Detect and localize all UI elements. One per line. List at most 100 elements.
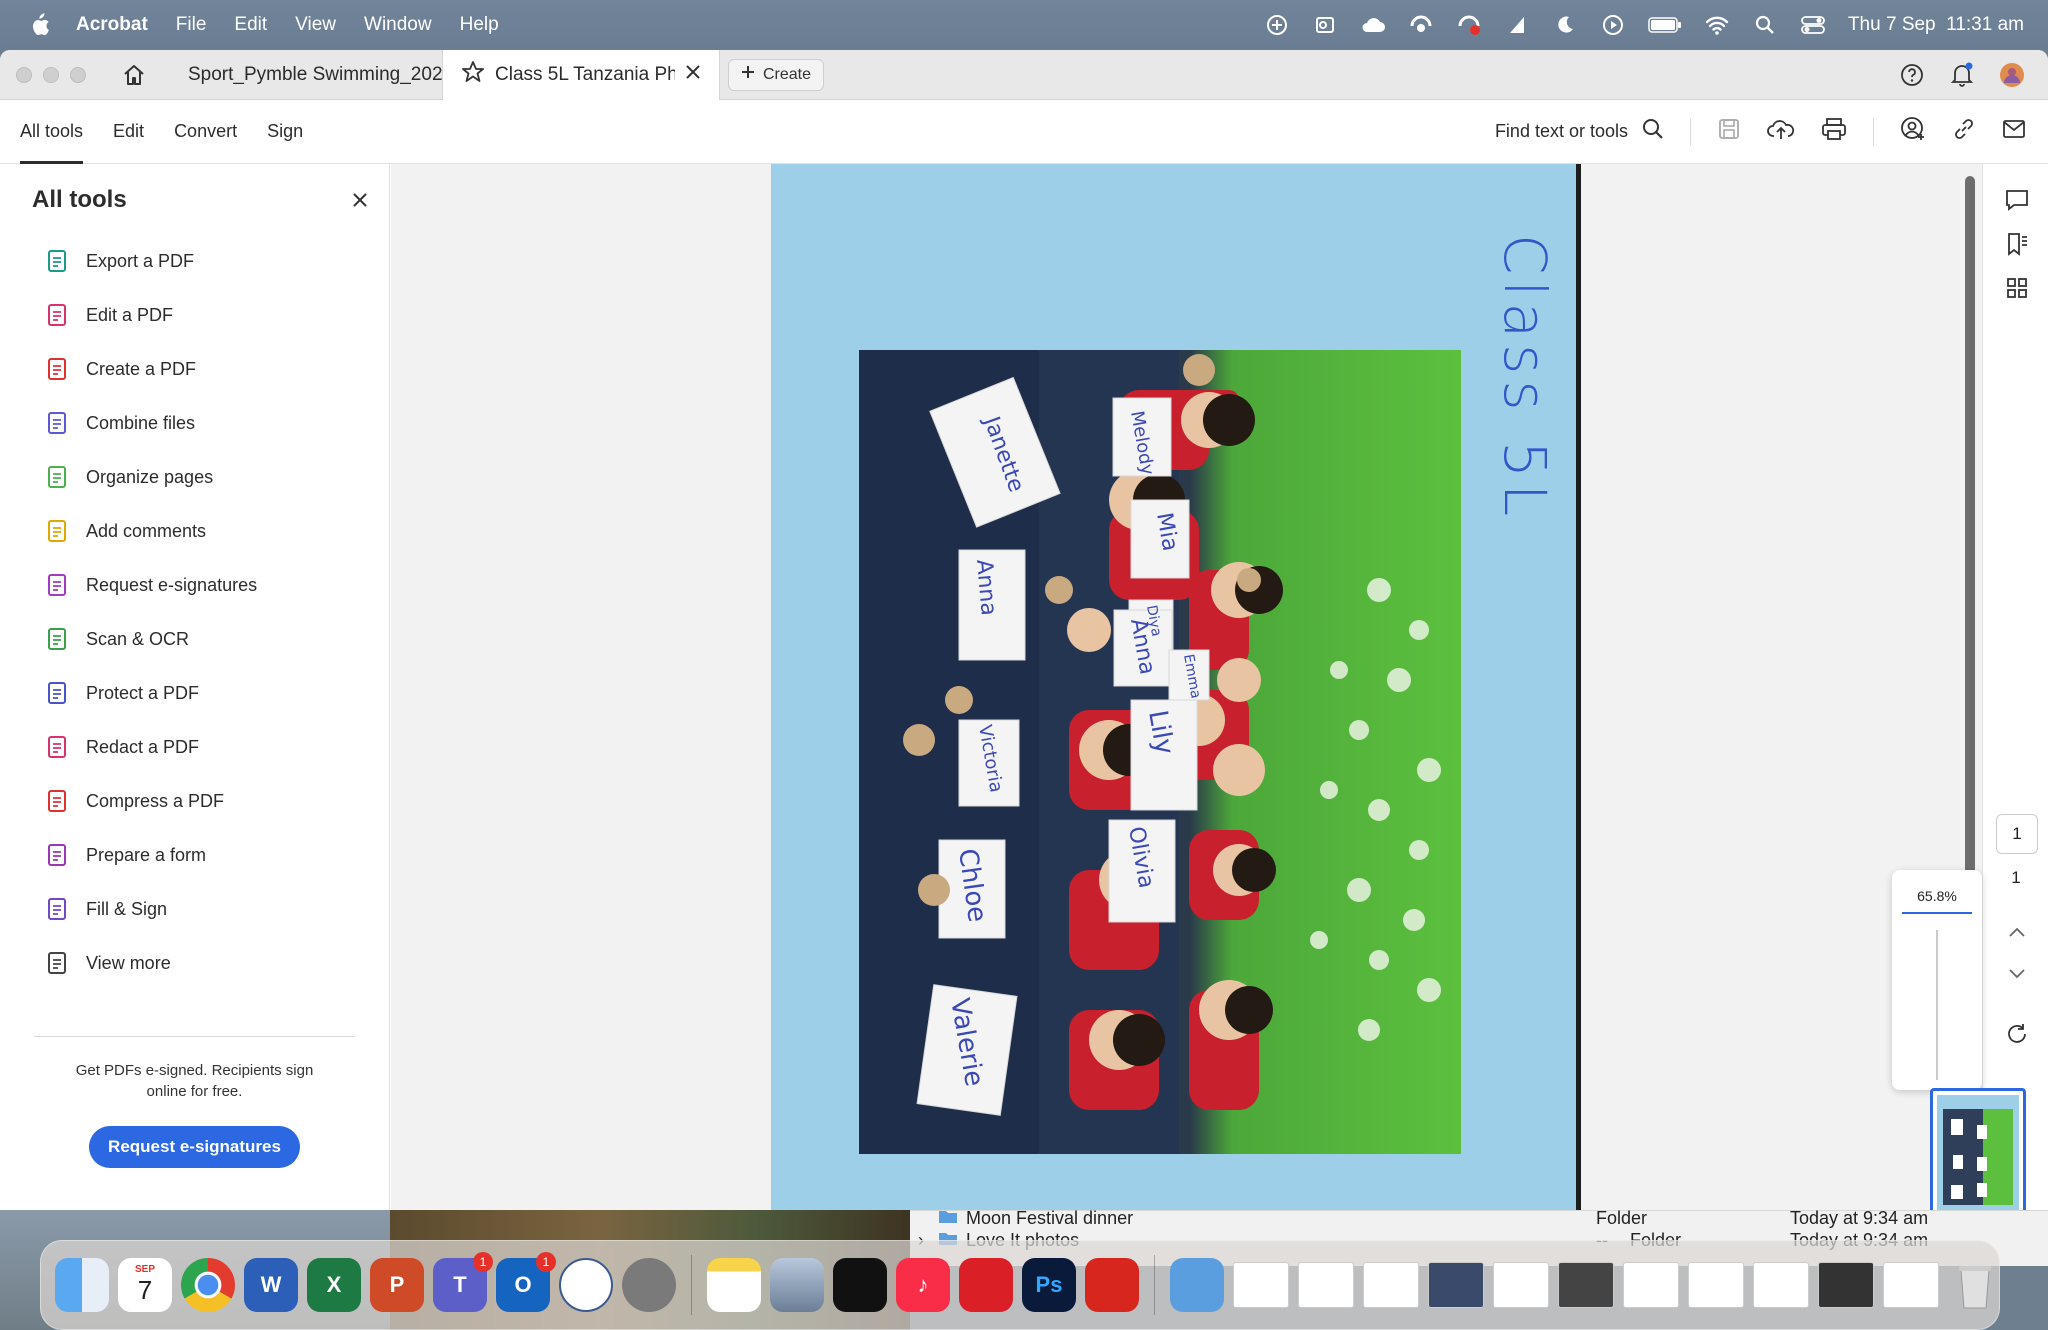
outlook-status-icon[interactable] [1312,12,1338,38]
find-tools-button[interactable]: Find text or tools [1495,118,1664,145]
calendar-app-icon[interactable]: SEP 7 [118,1258,172,1312]
trash-icon[interactable] [1948,1258,2002,1312]
minimized-window[interactable] [1558,1262,1614,1308]
excel-app-icon[interactable]: X [307,1258,361,1312]
notes-app-icon[interactable] [707,1258,761,1312]
minimized-window[interactable] [1753,1262,1809,1308]
chrome-app-icon[interactable] [181,1258,235,1312]
moon-icon[interactable] [1552,12,1578,38]
tool-redact-a-pdf[interactable]: Redact a PDF [0,720,389,774]
spotlight-search-icon[interactable] [1752,12,1778,38]
minimized-window[interactable] [1818,1262,1874,1308]
minimized-window[interactable] [1298,1262,1354,1308]
sync-status-icon[interactable] [1456,12,1482,38]
create-button[interactable]: Create [728,58,825,91]
minimized-window[interactable] [1623,1262,1679,1308]
finder-app-icon[interactable] [55,1258,109,1312]
thumbnails-grid-icon[interactable] [2003,274,2031,302]
photoshop-app-icon[interactable]: Ps [1022,1258,1076,1312]
downloads-folder-icon[interactable] [1170,1258,1224,1312]
tool-create-a-pdf[interactable]: Create a PDF [0,342,389,396]
toolbar-tab-all-tools[interactable]: All tools [20,100,84,164]
close-icon[interactable] [353,187,367,213]
close-tab-icon[interactable] [685,64,701,86]
chevron-up-icon[interactable] [2003,918,2031,946]
help-icon[interactable] [1898,61,1926,89]
creative-cloud-app-icon[interactable] [959,1258,1013,1312]
creative-cloud-icon[interactable] [1408,12,1434,38]
menu-app-name[interactable]: Acrobat [76,14,148,36]
tool-fill-sign[interactable]: Fill & Sign [0,882,389,936]
minimized-window[interactable] [1363,1262,1419,1308]
notifications-bell-icon[interactable] [1948,61,1976,89]
toolbar-tab-edit[interactable]: Edit [113,100,144,164]
link-icon[interactable] [1952,117,1976,146]
tool-export-a-pdf[interactable]: Export a PDF [0,234,389,288]
document-viewer[interactable]: Class 5L Janette Melody Mia Anna Diya An… [391,164,1982,1210]
system-settings-icon[interactable] [622,1258,676,1312]
close-window-button[interactable] [16,66,32,83]
toolbar-tab-convert[interactable]: Convert [174,100,237,164]
music-app-icon[interactable]: ♪ [896,1258,950,1312]
outlook-app-icon[interactable]: O1 [496,1252,556,1312]
page-thumbnail[interactable] [1930,1088,2026,1222]
status-app-icon[interactable] [1264,12,1290,38]
school-app-icon[interactable] [559,1258,613,1312]
minimize-window-button[interactable] [43,66,59,83]
tool-view-more[interactable]: View more [0,936,389,990]
control-center-icon[interactable] [1800,12,1826,38]
acrobat-app-icon[interactable] [1085,1258,1139,1312]
zoom-level[interactable]: 65.8% [1902,888,1972,914]
menubar-clock[interactable]: Thu 7 Sep 11:31 am [1848,14,2024,36]
menu-window[interactable]: Window [364,14,432,36]
star-icon[interactable] [461,60,485,90]
utility-icon[interactable] [1504,12,1530,38]
cloud-icon[interactable] [1360,12,1386,38]
bookmark-icon[interactable] [2003,230,2031,258]
wifi-icon[interactable] [1704,12,1730,38]
tool-prepare-a-form[interactable]: Prepare a form [0,828,389,882]
activity-monitor-icon[interactable] [833,1258,887,1312]
menu-help[interactable]: Help [460,14,499,36]
refresh-icon[interactable] [2003,1020,2031,1048]
tool-add-comments[interactable]: Add comments [0,504,389,558]
play-icon[interactable] [1600,12,1626,38]
preview-app-icon[interactable] [770,1258,824,1312]
home-icon[interactable] [114,55,154,95]
menu-edit[interactable]: Edit [234,14,267,36]
powerpoint-app-icon[interactable]: P [370,1258,424,1312]
minimized-window[interactable] [1493,1262,1549,1308]
apple-menu-icon[interactable] [26,12,52,38]
zoom-slider[interactable] [1936,930,1938,1080]
tool-scan-ocr[interactable]: Scan & OCR [0,612,389,666]
toolbar-tab-sign[interactable]: Sign [267,100,303,164]
tab-class-5l[interactable]: Class 5L Tanzania Phot... [442,50,720,100]
minimized-window[interactable] [1233,1262,1289,1308]
request-esignatures-button[interactable]: Request e-signatures [89,1126,300,1168]
word-app-icon[interactable]: W [244,1258,298,1312]
tool-compress-a-pdf[interactable]: Compress a PDF [0,774,389,828]
tab-sport-pymble[interactable]: Sport_Pymble Swimming_202... [170,50,458,100]
menu-file[interactable]: File [176,14,207,36]
tool-request-e-signatures[interactable]: Request e-signatures [0,558,389,612]
share-user-icon[interactable] [1900,116,1926,147]
zoom-panel[interactable]: 65.8% [1892,870,1982,1090]
upload-cloud-icon[interactable] [1767,117,1795,146]
tool-protect-a-pdf[interactable]: Protect a PDF [0,666,389,720]
minimized-window[interactable] [1428,1262,1484,1308]
tool-edit-a-pdf[interactable]: Edit a PDF [0,288,389,342]
tool-combine-files[interactable]: Combine files [0,396,389,450]
tool-organize-pages[interactable]: Organize pages [0,450,389,504]
minimized-window[interactable] [1688,1262,1744,1308]
menu-view[interactable]: View [295,14,336,36]
user-avatar[interactable] [1998,61,2026,89]
chevron-down-icon[interactable] [2003,960,2031,988]
email-icon[interactable] [2002,118,2026,145]
save-icon[interactable] [1717,117,1741,146]
battery-icon[interactable] [1648,12,1682,38]
teams-app-icon[interactable]: T1 [433,1252,493,1312]
zoom-window-button[interactable] [70,66,86,83]
scrollbar-thumb[interactable] [1965,176,1975,876]
comment-icon[interactable] [2003,186,2031,214]
print-icon[interactable] [1821,117,1847,146]
